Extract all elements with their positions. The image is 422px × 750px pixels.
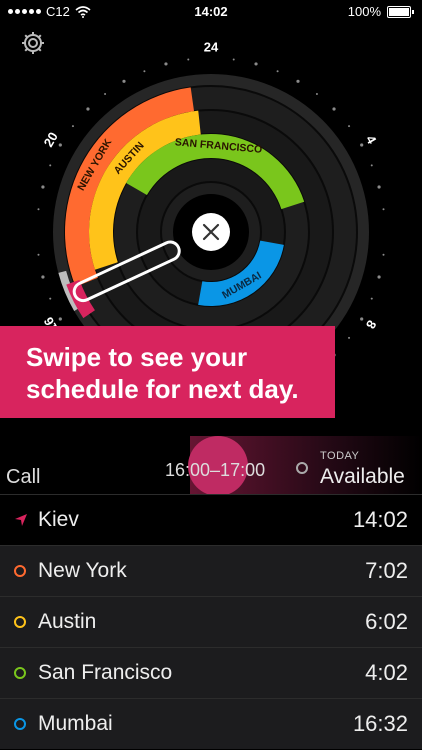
dial-hour-label: 4	[363, 133, 380, 147]
dial-tick	[71, 125, 74, 128]
dial-tick	[41, 275, 45, 279]
dial-tick	[143, 70, 146, 73]
circle-icon	[14, 718, 26, 730]
dial-tick	[37, 208, 40, 211]
dial-tick	[122, 79, 126, 83]
dial-tick	[370, 164, 373, 167]
dial-tick	[86, 107, 90, 111]
dial-tick	[315, 92, 318, 95]
dial-tick	[232, 58, 235, 61]
city-time: 7:02	[365, 558, 408, 583]
dial-tick	[58, 317, 62, 321]
dial-tick	[348, 125, 351, 128]
dial-tick	[254, 62, 258, 66]
dial-tick	[348, 336, 351, 339]
dial-hour-label: 20	[41, 129, 61, 149]
dial-hour-label: 8	[363, 318, 380, 332]
dial-tick	[37, 253, 40, 256]
dial-tick	[187, 58, 190, 61]
location-arrow-icon	[15, 514, 27, 526]
close-icon[interactable]	[192, 213, 230, 251]
dial-tick	[332, 107, 336, 111]
city-name: Mumbai	[38, 712, 113, 735]
today-label: TODAY	[320, 450, 360, 462]
dial-tick	[377, 275, 381, 279]
call-label: Call	[6, 466, 41, 488]
city-name: San Francisco	[38, 661, 173, 684]
swipe-hint-text: Swipe to see your schedule for next day.	[26, 342, 299, 404]
city-row-new-york[interactable]: New York 7:02	[0, 545, 422, 596]
dial-tick	[276, 70, 279, 73]
circle-icon	[14, 565, 26, 577]
dial-tick	[58, 143, 62, 147]
dial-tick	[104, 92, 107, 95]
availability-status: Available	[320, 465, 405, 488]
city-row-san-francisco[interactable]: San Francisco 4:02	[0, 647, 422, 698]
dial-tick	[49, 297, 52, 300]
call-row[interactable]: Call 16:00–17:00 TODAY Available	[0, 436, 422, 496]
swipe-hint-banner: Swipe to see your schedule for next day.	[0, 326, 335, 418]
city-time: 14:02	[352, 507, 408, 532]
dial-tick	[296, 79, 300, 83]
city-list: Kiev 14:02 New York 7:02 Austin 6:02 San…	[0, 494, 422, 749]
dial-tick	[382, 253, 385, 256]
city-row-kiev[interactable]: Kiev 14:02	[0, 494, 422, 545]
circle-icon	[14, 616, 26, 628]
call-time-range: 16:00–17:00	[165, 460, 266, 480]
city-row-austin[interactable]: Austin 6:02	[0, 596, 422, 647]
today-status-icon	[296, 462, 308, 474]
city-row-mumbai[interactable]: Mumbai 16:32	[0, 698, 422, 749]
dial-tick	[41, 185, 45, 189]
dial-tick	[360, 317, 364, 321]
city-time: 4:02	[365, 660, 408, 685]
dial-tick	[382, 208, 385, 211]
dial-tick	[49, 164, 52, 167]
dial-hour-label: 24	[204, 39, 219, 54]
city-name: New York	[38, 559, 127, 582]
dial-tick	[370, 297, 373, 300]
city-time: 6:02	[365, 609, 408, 634]
city-name: Kiev	[38, 508, 79, 531]
dial-tick	[360, 143, 364, 147]
circle-icon	[14, 667, 26, 679]
dial-tick	[164, 62, 168, 66]
dial-tick	[377, 185, 381, 189]
city-name: Austin	[38, 610, 97, 633]
city-time: 16:32	[352, 711, 408, 736]
